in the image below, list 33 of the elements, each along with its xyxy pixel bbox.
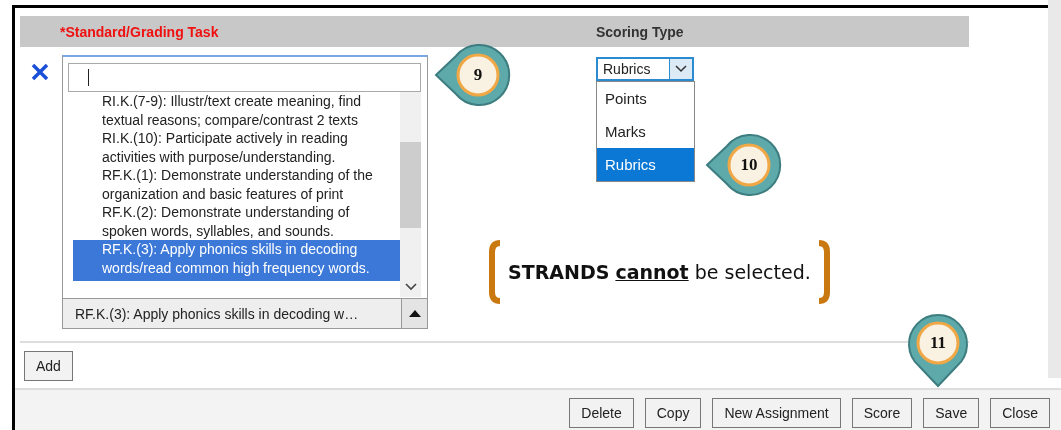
footer-button[interactable]: Score xyxy=(851,398,913,428)
scrollbar[interactable] xyxy=(1048,0,1061,378)
dropdown-option[interactable]: Marks xyxy=(597,115,694,148)
collapse-button[interactable] xyxy=(401,299,427,328)
footer-button[interactable]: Save xyxy=(923,398,980,428)
standard-item[interactable]: RF.K.(1): Demonstrate understanding of the organization and basic features of print xyxy=(73,166,400,203)
dropdown-option[interactable]: Points xyxy=(597,82,694,115)
scrollbar[interactable] xyxy=(400,92,421,297)
right-bracket-icon xyxy=(816,240,831,304)
standard-item[interactable]: RI.K.(7-9): Illustr/text create meaning, find textual reasons; compare/contrast 2 texts xyxy=(73,92,400,129)
callout-marker: 10 xyxy=(705,132,783,198)
search-field[interactable] xyxy=(68,63,421,92)
footer-button[interactable]: Close xyxy=(990,398,1050,428)
add-button[interactable]: Add xyxy=(24,351,73,381)
footer-button[interactable]: Copy xyxy=(644,398,702,428)
standard-item[interactable]: RF.K.(2): Demonstrate understanding of spoken words, syllables, and sounds. xyxy=(73,203,400,240)
footer-button[interactable]: New Assignment xyxy=(712,398,841,428)
selected-standard: RF.K.(3): Apply phonics skills in decoding w… xyxy=(74,304,360,324)
footer-button[interactable]: Delete xyxy=(569,398,634,428)
left-bracket-icon xyxy=(488,240,502,304)
chevron-down-icon[interactable] xyxy=(404,283,417,291)
callout-marker: 11 xyxy=(907,312,969,388)
column-header: *Standard/Grading Task xyxy=(60,23,220,40)
scoring-type-select[interactable]: Rubrics xyxy=(596,57,694,81)
standard-item[interactable]: RF.K.(3): Apply phonics skills in decoding words/read common high frequency words. xyxy=(73,240,400,281)
column-header: Scoring Type xyxy=(596,23,684,40)
close-icon[interactable] xyxy=(30,62,50,82)
callout-marker: 9 xyxy=(434,42,512,108)
chevron-down-icon xyxy=(675,65,687,73)
dropdown-option[interactable]: Rubrics xyxy=(597,148,694,181)
note-text: STRANDS cannot be selected. xyxy=(507,261,812,283)
standard-item[interactable]: RI.K.(10): Participate actively in reading activities with purpose/understanding. xyxy=(73,129,400,166)
triangle-up-icon xyxy=(408,310,421,317)
